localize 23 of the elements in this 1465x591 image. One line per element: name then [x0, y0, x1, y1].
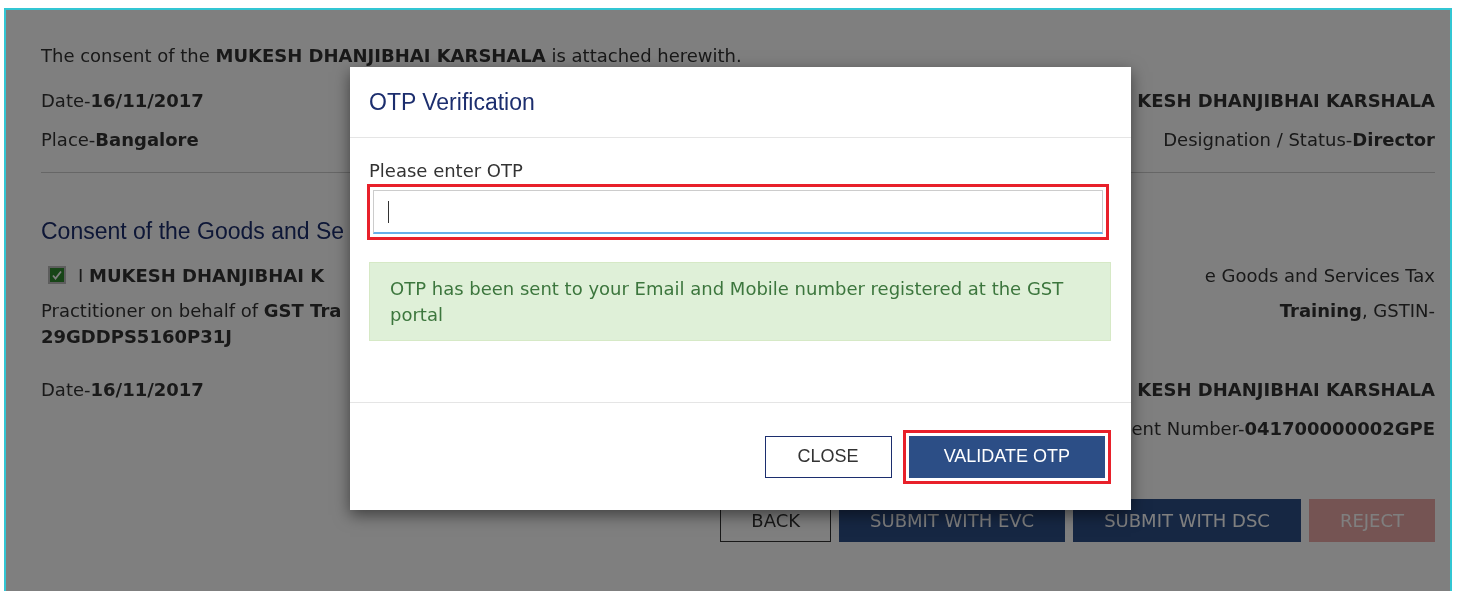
- submit-button[interactable]: SUBMIT WITH DSC: [1073, 499, 1301, 542]
- declaration-text: I MUKESH DHANJIBHAI K: [78, 264, 325, 286]
- validate-button[interactable]: VALIDATE OTP: [908, 435, 1105, 478]
- form-text: Date-16/11/2017: [41, 89, 204, 111]
- checkbox[interactable]: [48, 266, 66, 284]
- field-label: Please enter OTP: [369, 160, 524, 180]
- form-text: Place-Bangalore: [41, 128, 199, 150]
- signatory-name: KESH DHANJIBHAI KARSHALA: [1137, 89, 1435, 111]
- info-alert: OTP has been sent to your Email and Mobile number registered at the GST portal: [369, 262, 1111, 341]
- dialog-title: OTP Verification: [369, 88, 535, 116]
- form-text: ent Number-041700000002GPE: [1131, 417, 1435, 439]
- gstin-number: 29GDDPS5160P31J: [41, 325, 232, 347]
- form-text: Designation / Status-Director: [1163, 128, 1435, 150]
- declaration-text: e Goods and Services Tax: [1204, 264, 1435, 286]
- otp-field[interactable]: [373, 190, 1103, 234]
- consent-note: The consent of the MUKESH DHANJIBHAI KARSHALA is attached herewith.: [41, 44, 742, 66]
- practitioner-text: Practitioner on behalf of GST Tra: [41, 299, 342, 321]
- form-text: Date-16/11/2017: [41, 378, 204, 400]
- checkmark-icon: [51, 269, 63, 281]
- section-title: Consent of the Goods and Se: [41, 218, 346, 244]
- practitioner-text: Training, GSTIN-: [1279, 299, 1435, 321]
- close-button[interactable]: CLOSE: [764, 435, 892, 478]
- signatory-name: KESH DHANJIBHAI KARSHALA: [1137, 378, 1435, 400]
